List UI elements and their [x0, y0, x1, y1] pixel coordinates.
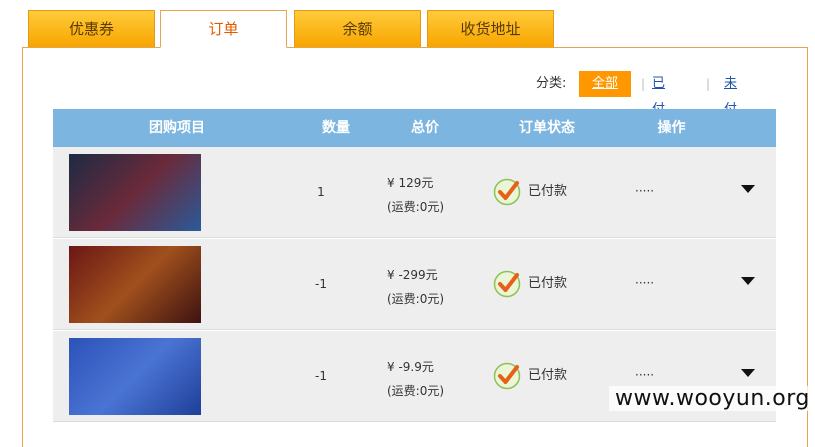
- row-action: ·····: [635, 184, 655, 198]
- chevron-down-icon[interactable]: [741, 369, 755, 377]
- header-quantity: 数量: [322, 120, 350, 136]
- chevron-down-icon[interactable]: [741, 185, 755, 193]
- row-price-block: ¥ 129元 (运费:0元): [387, 171, 444, 219]
- header-status: 订单状态: [519, 120, 575, 136]
- filter-label: 分类:: [536, 76, 567, 91]
- status-text: 已付款: [528, 368, 568, 383]
- tab-coupons[interactable]: 优惠券: [28, 10, 155, 47]
- row-shipping: (运费:0元): [387, 292, 445, 306]
- row-price: ¥ -299元: [387, 268, 438, 282]
- row-price: ¥ -9.9元: [387, 360, 434, 374]
- tab-address[interactable]: 收货地址: [427, 10, 554, 47]
- filter-divider: |: [641, 77, 646, 91]
- row-shipping: (运费:0元): [387, 200, 445, 214]
- chevron-down-icon[interactable]: [741, 277, 755, 285]
- status-text: 已付款: [528, 276, 568, 291]
- table-header: 团购项目 数量 总价 订单状态 操作: [53, 109, 776, 147]
- row-shipping: (运费:0元): [387, 384, 445, 398]
- row-quantity: 1: [317, 185, 325, 199]
- deal-thumbnail[interactable]: [69, 154, 201, 231]
- status-text: 已付款: [528, 184, 568, 199]
- check-icon: [493, 362, 521, 390]
- header-item: 团购项目: [149, 120, 205, 136]
- row-quantity: -1: [315, 369, 327, 383]
- tab-balance[interactable]: 余额: [294, 10, 421, 47]
- row-quantity: -1: [315, 277, 327, 291]
- row-price-block: ¥ -299元 (运费:0元): [387, 263, 444, 311]
- deal-thumbnail[interactable]: [69, 338, 201, 415]
- row-price-block: ¥ -9.9元 (运费:0元): [387, 355, 444, 403]
- row-price: ¥ 129元: [387, 176, 434, 190]
- header-total: 总价: [411, 120, 439, 136]
- header-action: 操作: [657, 120, 686, 136]
- filter-divider: |: [706, 77, 711, 91]
- table-row: 1 ¥ 129元 (运费:0元) 已付款 ·····: [53, 147, 776, 238]
- tab-orders[interactable]: 订单: [160, 10, 287, 48]
- watermark-text: www.wooyun.org: [609, 386, 815, 411]
- table-row: -1 ¥ -299元 (运费:0元) 已付款 ·····: [53, 239, 776, 330]
- check-icon: [493, 178, 521, 206]
- check-icon: [493, 270, 521, 298]
- row-action: ·····: [635, 276, 655, 290]
- deal-thumbnail[interactable]: [69, 246, 201, 323]
- filter-all[interactable]: 全部: [579, 71, 631, 97]
